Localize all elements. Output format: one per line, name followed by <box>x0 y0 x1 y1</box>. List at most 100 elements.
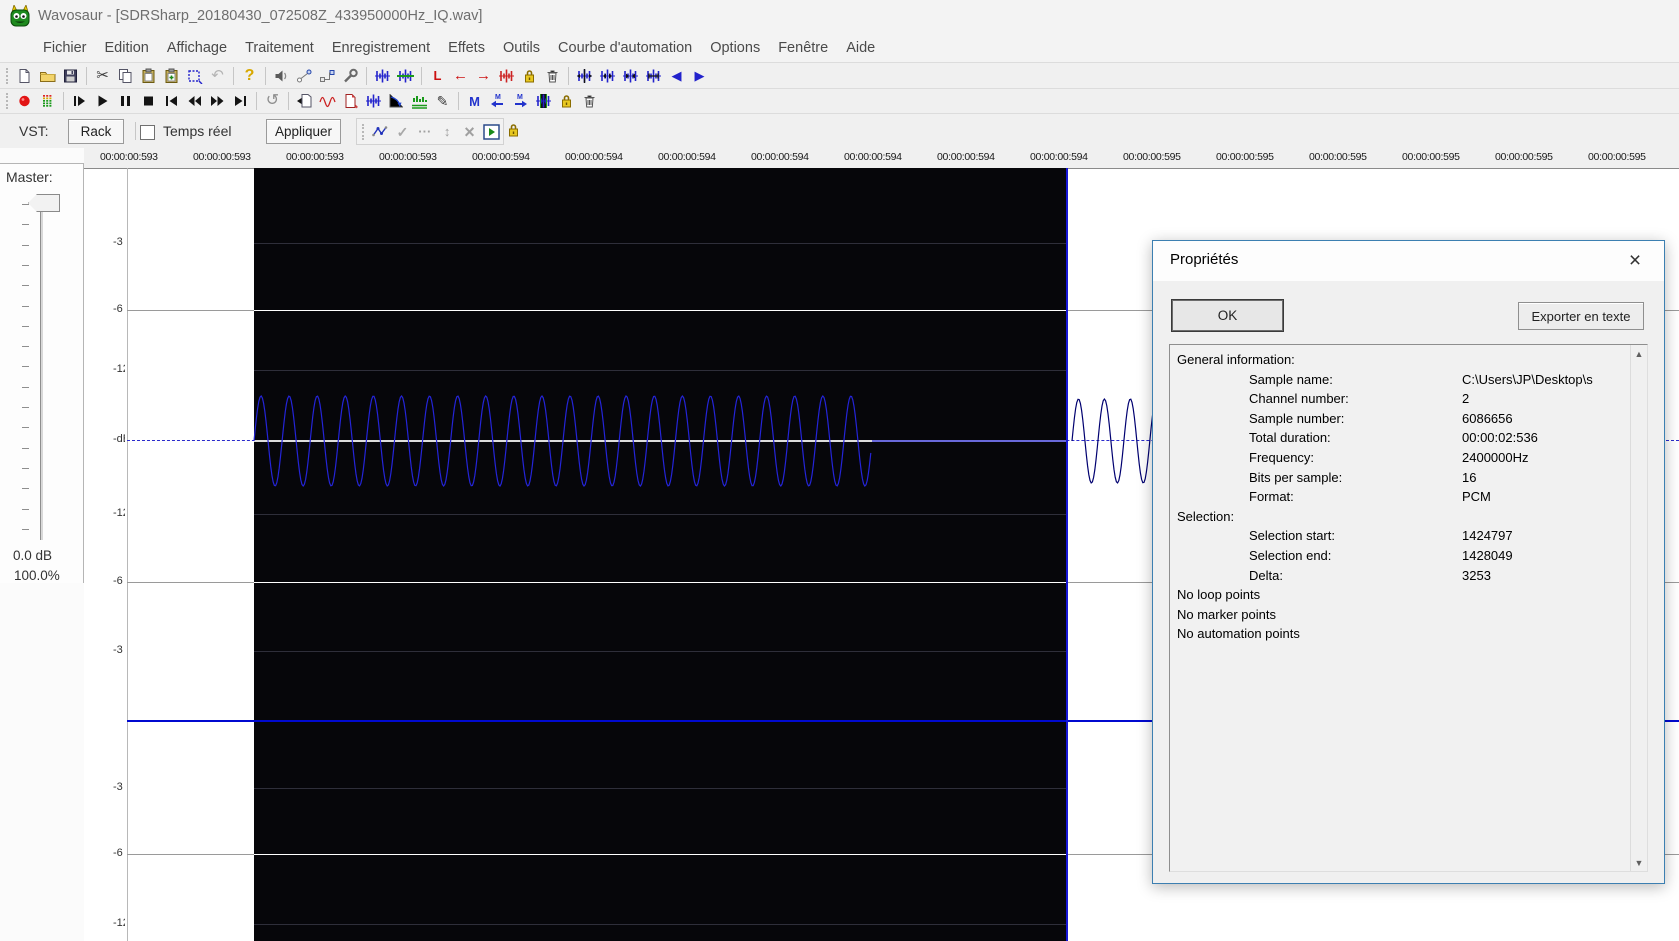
interpolate-button[interactable] <box>362 90 385 112</box>
dialog-title-bar[interactable]: Propriétés × <box>1153 241 1664 281</box>
play-button[interactable] <box>91 90 114 112</box>
marker-previous-m-button[interactable]: M <box>486 90 509 112</box>
menu-courbe-d-automation[interactable]: Courbe d'automation <box>549 37 701 59</box>
copy-icon <box>117 68 134 84</box>
waveform-display-button[interactable] <box>371 65 394 87</box>
play-from-cursor-button[interactable] <box>68 90 91 112</box>
realtime-label: Temps réel <box>163 123 232 139</box>
menu-outils[interactable]: Outils <box>494 37 549 59</box>
dialog-scrollbar[interactable]: ▲ ▼ <box>1630 345 1647 871</box>
routing-button[interactable] <box>316 65 339 87</box>
copy-button[interactable] <box>114 65 137 87</box>
help-button[interactable]: ? <box>238 65 261 87</box>
previous-marker-button[interactable]: ← <box>449 65 472 87</box>
scroll-right-button[interactable]: ▶ <box>688 65 711 87</box>
property-value: 2 <box>1462 391 1470 407</box>
rewind-button[interactable] <box>183 90 206 112</box>
insert-from-file-button[interactable] <box>293 90 316 112</box>
selection-end-edge[interactable] <box>1066 168 1068 941</box>
batch-file-button[interactable] <box>339 90 362 112</box>
audio-connections-button[interactable] <box>293 65 316 87</box>
configuration-button[interactable] <box>339 65 362 87</box>
delete-markers-button[interactable] <box>541 65 564 87</box>
draw-tool-button[interactable]: ✎ <box>431 90 454 112</box>
pause-button[interactable] <box>114 90 137 112</box>
menu-fichier[interactable]: Fichier <box>34 37 96 59</box>
marker-m-button[interactable]: M <box>463 90 486 112</box>
svg-text:M: M <box>495 94 501 101</box>
play-marked-region-button[interactable] <box>532 90 555 112</box>
automation-clear-button[interactable]: × <box>458 121 480 143</box>
realtime-checkbox[interactable] <box>140 125 155 140</box>
menu-enregistrement[interactable]: Enregistrement <box>323 37 439 59</box>
property-row: Selection end: 1428049 <box>1170 548 1625 568</box>
rack-button[interactable]: Rack <box>68 119 124 144</box>
rewind-icon <box>186 93 203 109</box>
zoom-horizontal-out-button[interactable] <box>596 65 619 87</box>
timeline-ruler[interactable]: 00:00:00:593 00:00:00:593 00:00:00:593 00:0… <box>84 148 1679 168</box>
menu-affichage[interactable]: Affichage <box>158 37 236 59</box>
automation-scale-button[interactable]: ↕ <box>436 121 458 143</box>
loop-marker-button[interactable]: L <box>426 65 449 87</box>
open-file-button[interactable] <box>36 65 59 87</box>
all-markers-button[interactable] <box>495 65 518 87</box>
ok-button[interactable]: OK <box>1171 299 1284 332</box>
paste-special-button[interactable] <box>160 65 183 87</box>
scroll-up-icon[interactable]: ▲ <box>1631 345 1647 362</box>
loop-playback-button[interactable]: ↺ <box>261 90 284 112</box>
automation-curve-button[interactable] <box>369 121 391 143</box>
record-icon <box>16 93 33 109</box>
property-label: Total duration: <box>1249 430 1331 446</box>
menu-fen-tre[interactable]: Fenêtre <box>769 37 837 59</box>
lock-transport-button[interactable] <box>555 90 578 112</box>
open-file-icon <box>39 68 56 84</box>
spectrum-analysis-button[interactable] <box>408 90 431 112</box>
fast-forward-button[interactable] <box>206 90 229 112</box>
zoom-selection-button[interactable] <box>573 65 596 87</box>
property-value: 1428049 <box>1462 548 1513 563</box>
close-icon[interactable]: × <box>1620 246 1650 276</box>
go-to-end-button[interactable] <box>229 90 252 112</box>
menu-traitement[interactable]: Traitement <box>236 37 323 59</box>
paste-button[interactable] <box>137 65 160 87</box>
automation-play-button[interactable] <box>481 121 503 143</box>
automation-toolbar: ✓ ··· ↕ × <box>356 118 504 145</box>
stop-button[interactable] <box>137 90 160 112</box>
record-button[interactable] <box>13 90 36 112</box>
menu-edition[interactable]: Edition <box>96 37 158 59</box>
crop-selection-button[interactable] <box>183 65 206 87</box>
marker-next-m-button[interactable]: M <box>509 90 532 112</box>
property-row: Format: PCM <box>1170 489 1625 509</box>
automation-points-button[interactable]: ··· <box>414 121 436 143</box>
menu-effets[interactable]: Effets <box>439 37 494 59</box>
automation-apply-button[interactable]: ✓ <box>391 121 413 143</box>
audio-device-button[interactable] <box>270 65 293 87</box>
timeline-label: 00:00:00:594 <box>565 151 623 163</box>
scroll-left-button[interactable]: ◀ <box>665 65 688 87</box>
all-markers-icon <box>498 68 515 84</box>
menu-options[interactable]: Options <box>701 37 769 59</box>
statistics-icon <box>319 93 336 109</box>
save-file-icon <box>62 68 79 84</box>
menu-aide[interactable]: Aide <box>837 37 884 59</box>
scroll-down-icon[interactable]: ▼ <box>1631 854 1647 871</box>
new-file-button[interactable] <box>13 65 36 87</box>
cut-button[interactable]: ✂ <box>91 65 114 87</box>
export-text-button[interactable]: Exporter en texte <box>1518 302 1644 330</box>
zoom-horizontal-in-button[interactable] <box>619 65 642 87</box>
timeline-label: 00:00:00:594 <box>1030 151 1088 163</box>
automation-lock-button[interactable] <box>505 122 522 143</box>
normalize-button[interactable] <box>385 90 408 112</box>
next-marker-button[interactable]: → <box>472 65 495 87</box>
zoom-vertical-button[interactable] <box>642 65 665 87</box>
statistics-button[interactable] <box>316 90 339 112</box>
save-file-button[interactable] <box>59 65 82 87</box>
lock-markers-button[interactable] <box>518 65 541 87</box>
apply-button[interactable]: Appliquer <box>266 119 341 144</box>
level-meter-button[interactable] <box>36 90 59 112</box>
go-to-start-button[interactable] <box>160 90 183 112</box>
delete-transport-button[interactable] <box>578 90 601 112</box>
fast-forward-icon <box>209 93 226 109</box>
waveform-overlay-button[interactable] <box>394 65 417 87</box>
timeline-label: 00:00:00:595 <box>1309 151 1367 163</box>
